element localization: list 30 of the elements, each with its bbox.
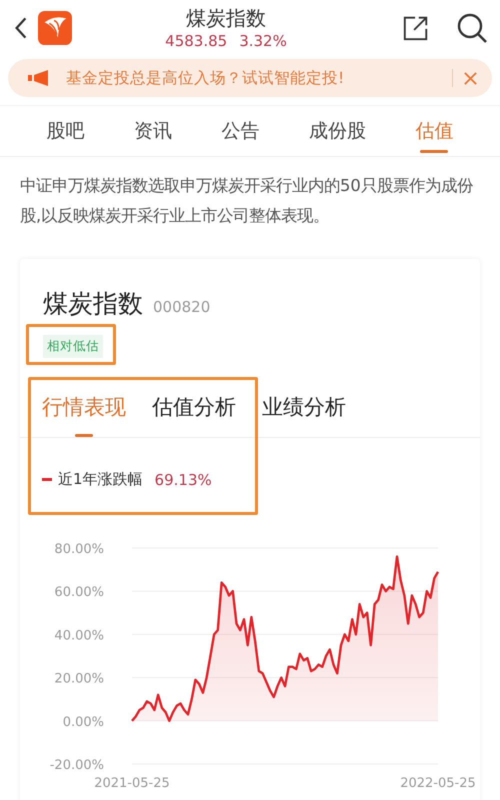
axis-label: 40.00%: [54, 628, 104, 644]
section-tab[interactable]: 股吧: [44, 106, 87, 156]
banner-text: 基金定投总是高位入场？试试智能定投!: [66, 68, 346, 88]
chart-tab[interactable]: 业绩分析: [262, 387, 346, 437]
back-icon[interactable]: [14, 16, 28, 40]
page-title: 煤炭指数: [186, 5, 266, 31]
close-icon[interactable]: [463, 70, 478, 86]
axis-label: 2021-05-25: [94, 776, 170, 791]
legend-value: 69.13%: [154, 470, 212, 488]
legend-label: 近1年涨跌幅: [58, 470, 143, 489]
app-logo-icon: [38, 11, 72, 45]
search-icon[interactable]: [456, 12, 488, 44]
index-price: 4583.85: [165, 31, 228, 51]
axis-label: 80.00%: [54, 542, 104, 557]
chart-tab[interactable]: 估值分析: [152, 387, 236, 437]
section-tab[interactable]: 成份股: [306, 106, 368, 156]
index-code: 000820: [153, 298, 210, 316]
axis-label: 0.00%: [62, 714, 104, 730]
megaphone-icon: [28, 70, 50, 86]
axis-label: -20.00%: [50, 758, 104, 773]
card-title: 煤炭指数: [43, 288, 143, 320]
valuation-tag: 相对低估: [43, 335, 103, 358]
index-change: 3.32%: [239, 31, 287, 51]
axis-label: 2022-05-25: [400, 776, 476, 791]
section-tab[interactable]: 公告: [219, 106, 262, 156]
section-tab[interactable]: 资讯: [132, 106, 174, 156]
share-icon[interactable]: [402, 14, 430, 42]
index-description: 中证申万煤炭指数选取申万煤炭开采行业内的50只股票作为成份股,以反映煤炭开采行业上市公司整体表现。: [20, 175, 474, 227]
axis-label: 20.00%: [54, 672, 104, 687]
axis-label: 60.00%: [54, 585, 104, 600]
